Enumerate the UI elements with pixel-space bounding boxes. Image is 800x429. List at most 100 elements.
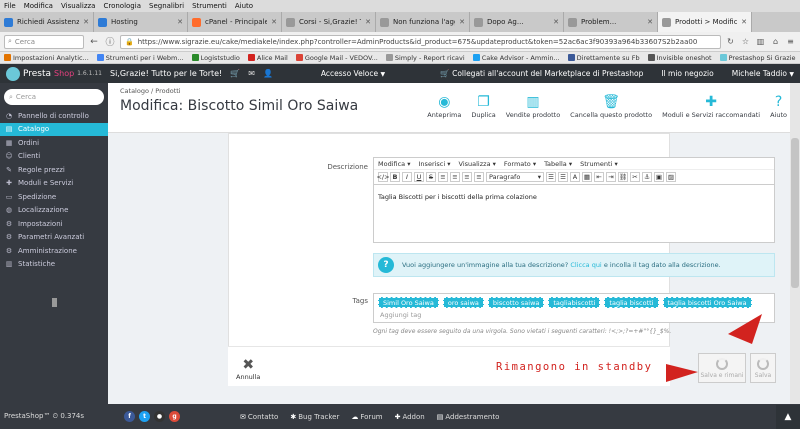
- training-link[interactable]: ▤ Addestramento: [437, 413, 500, 421]
- align-justify-icon[interactable]: ≡: [474, 172, 484, 182]
- save-and-stay-button[interactable]: Salva e rimani: [698, 353, 746, 383]
- tag-chip[interactable]: taglia biscotti Oro Saiwa: [662, 297, 752, 308]
- bookmark-item[interactable]: Logiststudio: [191, 54, 240, 62]
- sidebar-item-cogs[interactable]: ⚙ Parametri Avanzati: [0, 231, 108, 245]
- underline-icon[interactable]: U: [414, 172, 424, 182]
- outdent-icon[interactable]: ⇤: [594, 172, 604, 182]
- menu-edit[interactable]: Modifica: [23, 2, 54, 10]
- bookmark-item[interactable]: Impostazioni Analytic...: [4, 54, 89, 62]
- browser-tab[interactable]: Corsi - Si,Grazie! Tutt... ✕: [282, 12, 376, 32]
- table-icon[interactable]: ▦: [582, 172, 592, 182]
- sidebar-item-catalog[interactable]: ▤ Catalogo: [0, 122, 108, 136]
- add-tag-input[interactable]: Aggiungi tag: [374, 308, 774, 319]
- bug-tracker-link[interactable]: ✱ Bug Tracker: [290, 413, 339, 421]
- editor-content[interactable]: Taglia Biscotti per i biscotti della pri…: [374, 185, 774, 209]
- sidebar-collapse-handle[interactable]: [52, 298, 57, 307]
- browser-tab[interactable]: Dopo Ag... ✕: [470, 12, 564, 32]
- browser-tab[interactable]: Prodotti > Modifica ... ✕: [658, 12, 752, 32]
- browser-tab[interactable]: Problem... ✕: [564, 12, 658, 32]
- menu-tools[interactable]: Strumenti: [191, 2, 228, 10]
- prestashop-logo[interactable]: Presta Shop 1.6.1.11: [6, 66, 102, 81]
- source-code-icon[interactable]: </>: [376, 172, 390, 182]
- toolbar-puzzle-button[interactable]: ✚ Moduli e Servizi raccomandati: [657, 93, 765, 119]
- menu-icon[interactable]: ≡: [785, 36, 796, 47]
- menu-bookmarks[interactable]: Segnalibri: [148, 2, 185, 10]
- save-button[interactable]: Salva: [750, 353, 776, 383]
- browser-search-input[interactable]: ⌕ Cerca: [4, 34, 84, 49]
- sidebar-item-price-rules[interactable]: ✎ Regole prezzi: [0, 163, 108, 177]
- github-icon[interactable]: ●: [154, 411, 166, 422]
- contact-link[interactable]: ✉ Contatto: [240, 413, 278, 421]
- description-editor[interactable]: Modifica ▾ Inserisci ▾ Visualizza ▾ Formato…: [373, 157, 775, 243]
- browser-tab[interactable]: cPanel - Principale ✕: [188, 12, 282, 32]
- align-right-icon[interactable]: ≡: [462, 172, 472, 182]
- browser-tab[interactable]: Hosting ✕: [94, 12, 188, 32]
- marketplace-link[interactable]: 🛒 Collegati all'account del Marketplace …: [440, 69, 643, 78]
- menu-file[interactable]: File: [3, 2, 17, 10]
- editor-menu-item[interactable]: Inserisci ▾: [419, 160, 451, 168]
- image-icon[interactable]: ▨: [666, 172, 676, 182]
- cancel-button[interactable]: ✖ Annulla: [236, 357, 260, 381]
- close-icon[interactable]: ✕: [459, 18, 465, 26]
- sidebar-item-stats[interactable]: ▥ Statistiche: [0, 258, 108, 272]
- shop-name[interactable]: Si,Grazie! Tutto per le Torte!: [110, 69, 222, 78]
- browser-tab[interactable]: Non funziona l'aggio... ✕: [376, 12, 470, 32]
- sidebar-item-admin[interactable]: ⚙ Amministrazione: [0, 244, 108, 258]
- italic-icon[interactable]: I: [402, 172, 412, 182]
- breadcrumb-products[interactable]: Prodotti: [155, 87, 180, 95]
- back-icon[interactable]: ←: [88, 36, 100, 48]
- addon-link[interactable]: ✚ Addon: [395, 413, 425, 421]
- unlink-icon[interactable]: ✂: [630, 172, 640, 182]
- google-plus-icon[interactable]: g: [169, 411, 181, 422]
- bookmark-item[interactable]: Invisible oneshot: [647, 54, 712, 62]
- home-icon[interactable]: ⌂: [770, 36, 781, 47]
- link-icon[interactable]: ⛓: [618, 172, 628, 182]
- info-icon[interactable]: ⓘ: [104, 36, 116, 48]
- library-icon[interactable]: ▥: [755, 36, 766, 47]
- text-color-icon[interactable]: A: [570, 172, 580, 182]
- editor-menu-item[interactable]: Tabella ▾: [544, 160, 572, 168]
- bookmark-item[interactable]: Simply - Report ricavi: [385, 54, 465, 62]
- strikethrough-icon[interactable]: S: [426, 172, 436, 182]
- bookmark-item[interactable]: Cake Advisor - Ammin...: [472, 54, 560, 62]
- breadcrumb-catalog[interactable]: Catalogo: [120, 87, 149, 95]
- sidebar-item-shipping[interactable]: ▭ Spedizione: [0, 190, 108, 204]
- editor-menu-item[interactable]: Modifica ▾: [378, 160, 411, 168]
- close-icon[interactable]: ✕: [647, 18, 653, 26]
- user-menu[interactable]: Michele Taddio ▼: [732, 69, 794, 78]
- tag-chip[interactable]: Simil Oro Saiwa: [378, 297, 439, 308]
- bookmark-item[interactable]: Alice Mail: [247, 54, 288, 62]
- toolbar-help-button[interactable]: ? Aiuto: [765, 93, 792, 119]
- numbered-list-icon[interactable]: ☰: [558, 172, 568, 182]
- align-center-icon[interactable]: ≡: [450, 172, 460, 182]
- reload-icon[interactable]: ↻: [725, 36, 736, 47]
- bookmark-star-icon[interactable]: ☆: [740, 36, 751, 47]
- url-bar[interactable]: 🔒 https://www.sigrazie.eu/cake/mediakele…: [120, 34, 721, 49]
- close-icon[interactable]: ✕: [177, 18, 183, 26]
- menu-view[interactable]: Visualizza: [60, 2, 96, 10]
- scrollbar-thumb[interactable]: [791, 138, 799, 288]
- quick-access-dropdown[interactable]: Accesso Veloce ▼: [321, 69, 385, 78]
- customer-icon[interactable]: 👤: [263, 69, 273, 78]
- scroll-top-icon[interactable]: ▲: [776, 404, 800, 429]
- facebook-icon[interactable]: f: [124, 411, 136, 422]
- tag-chip[interactable]: oro saiwa: [442, 297, 484, 308]
- bookmark-item[interactable]: Strumenti per i Webm...: [96, 54, 184, 62]
- twitter-icon[interactable]: t: [139, 411, 151, 422]
- align-left-icon[interactable]: ≡: [438, 172, 448, 182]
- editor-menu-item[interactable]: Visualizza ▾: [459, 160, 496, 168]
- close-icon[interactable]: ✕: [553, 18, 559, 26]
- browser-tab[interactable]: Richiedi Assistenza ✕: [0, 12, 94, 32]
- forum-link[interactable]: ☁ Forum: [351, 413, 382, 421]
- bold-icon[interactable]: B: [390, 172, 400, 182]
- toolbar-trash-button[interactable]: 🗑 Cancella questo prodotto: [565, 93, 657, 119]
- sidebar-item-globe[interactable]: ◍ Localizzazione: [0, 204, 108, 218]
- page-scrollbar[interactable]: [790, 83, 800, 404]
- toolbar-sales-chart-button[interactable]: ▥ Vendite prodotto: [501, 93, 565, 119]
- my-shop-link[interactable]: Il mio negozio: [661, 69, 713, 78]
- editor-menu-item[interactable]: Formato ▾: [504, 160, 536, 168]
- editor-menu-item[interactable]: Strumenti ▾: [580, 160, 618, 168]
- sidebar-item-customers[interactable]: ☺ Clienti: [0, 150, 108, 164]
- cart-icon[interactable]: 🛒: [230, 69, 240, 78]
- bookmark-item[interactable]: Google Mail - VEDOV...: [295, 54, 378, 62]
